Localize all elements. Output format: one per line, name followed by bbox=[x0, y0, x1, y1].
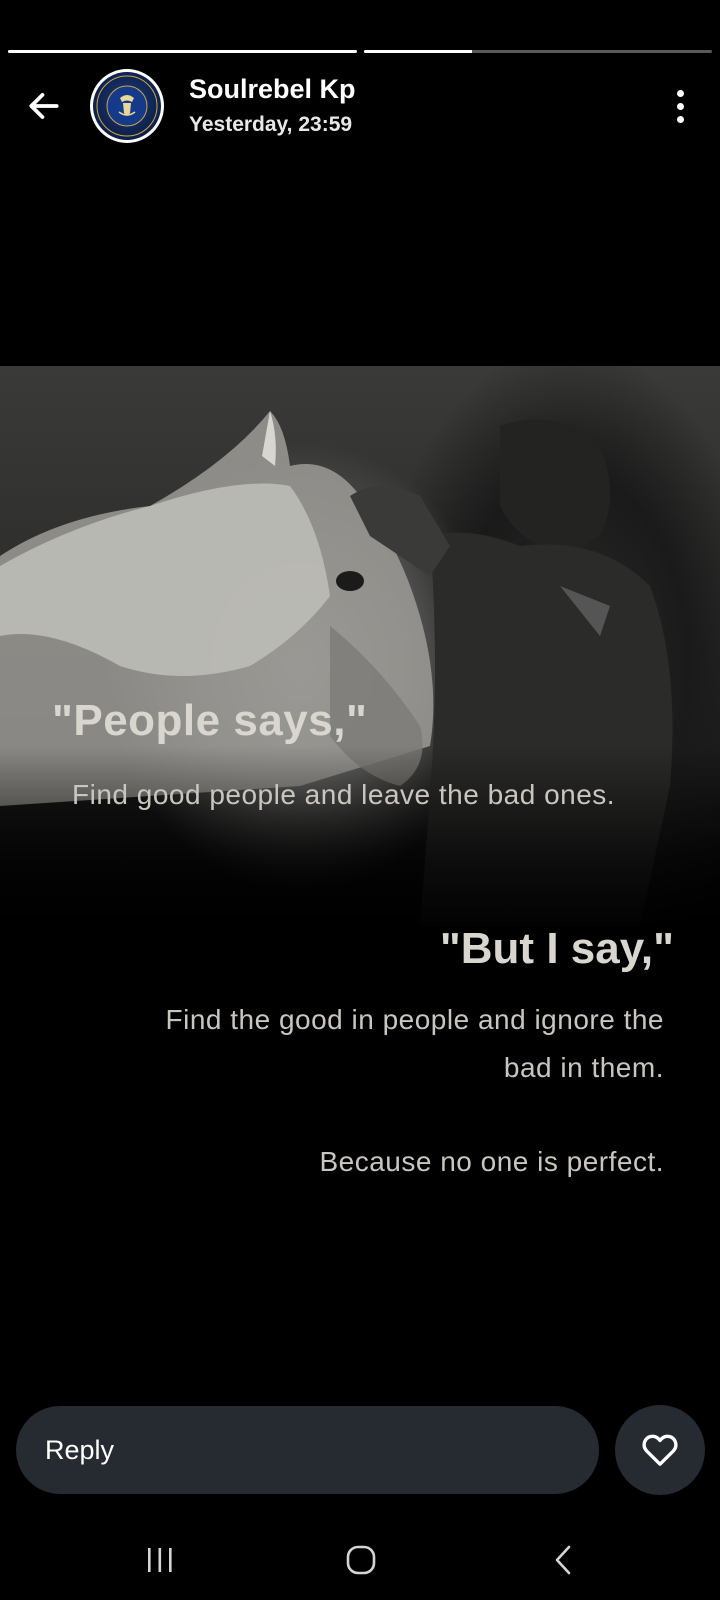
avatar-logo bbox=[93, 72, 161, 140]
chevron-left-icon bbox=[555, 1545, 571, 1575]
user-name[interactable]: Soulrebel Kp bbox=[189, 74, 356, 105]
avatar[interactable] bbox=[90, 69, 164, 143]
recent-apps-icon bbox=[148, 1548, 172, 1572]
more-options-button[interactable] bbox=[668, 84, 692, 128]
home-icon bbox=[346, 1545, 376, 1575]
system-nav-bar bbox=[0, 1520, 720, 1600]
more-vertical-icon bbox=[676, 89, 684, 97]
progress-segment-1 bbox=[8, 50, 357, 53]
quote-body-but-i-say: Find the good in people and ignore the b… bbox=[165, 1004, 664, 1083]
system-back-button[interactable] bbox=[534, 1540, 594, 1580]
club-crest-icon bbox=[96, 75, 158, 137]
story-header: Soulrebel Kp Yesterday, 23:59 bbox=[0, 66, 720, 146]
progress-fill-1 bbox=[8, 50, 357, 53]
quote-body-people-says: Find good people and leave the bad ones. bbox=[72, 779, 616, 810]
story-progress bbox=[8, 50, 712, 54]
home-button[interactable] bbox=[331, 1540, 391, 1580]
quote-body-no-one-perfect: Because no one is perfect. bbox=[319, 1146, 664, 1177]
progress-segment-2 bbox=[363, 50, 712, 53]
like-button[interactable] bbox=[615, 1405, 705, 1495]
heart-icon bbox=[642, 1434, 678, 1466]
reply-input[interactable] bbox=[16, 1406, 599, 1494]
recent-apps-button[interactable] bbox=[130, 1540, 190, 1580]
quote-title-people-says: "People says," bbox=[52, 696, 368, 745]
progress-fill-2 bbox=[363, 50, 472, 53]
quote-title-but-i-say: "But I say," bbox=[439, 924, 674, 973]
timestamp: Yesterday, 23:59 bbox=[189, 113, 353, 136]
story-image[interactable]: "People says," Find good people and leav… bbox=[0, 366, 720, 1356]
arrow-left-icon bbox=[29, 93, 59, 119]
story-photo bbox=[0, 366, 720, 936]
back-button[interactable] bbox=[22, 84, 66, 128]
